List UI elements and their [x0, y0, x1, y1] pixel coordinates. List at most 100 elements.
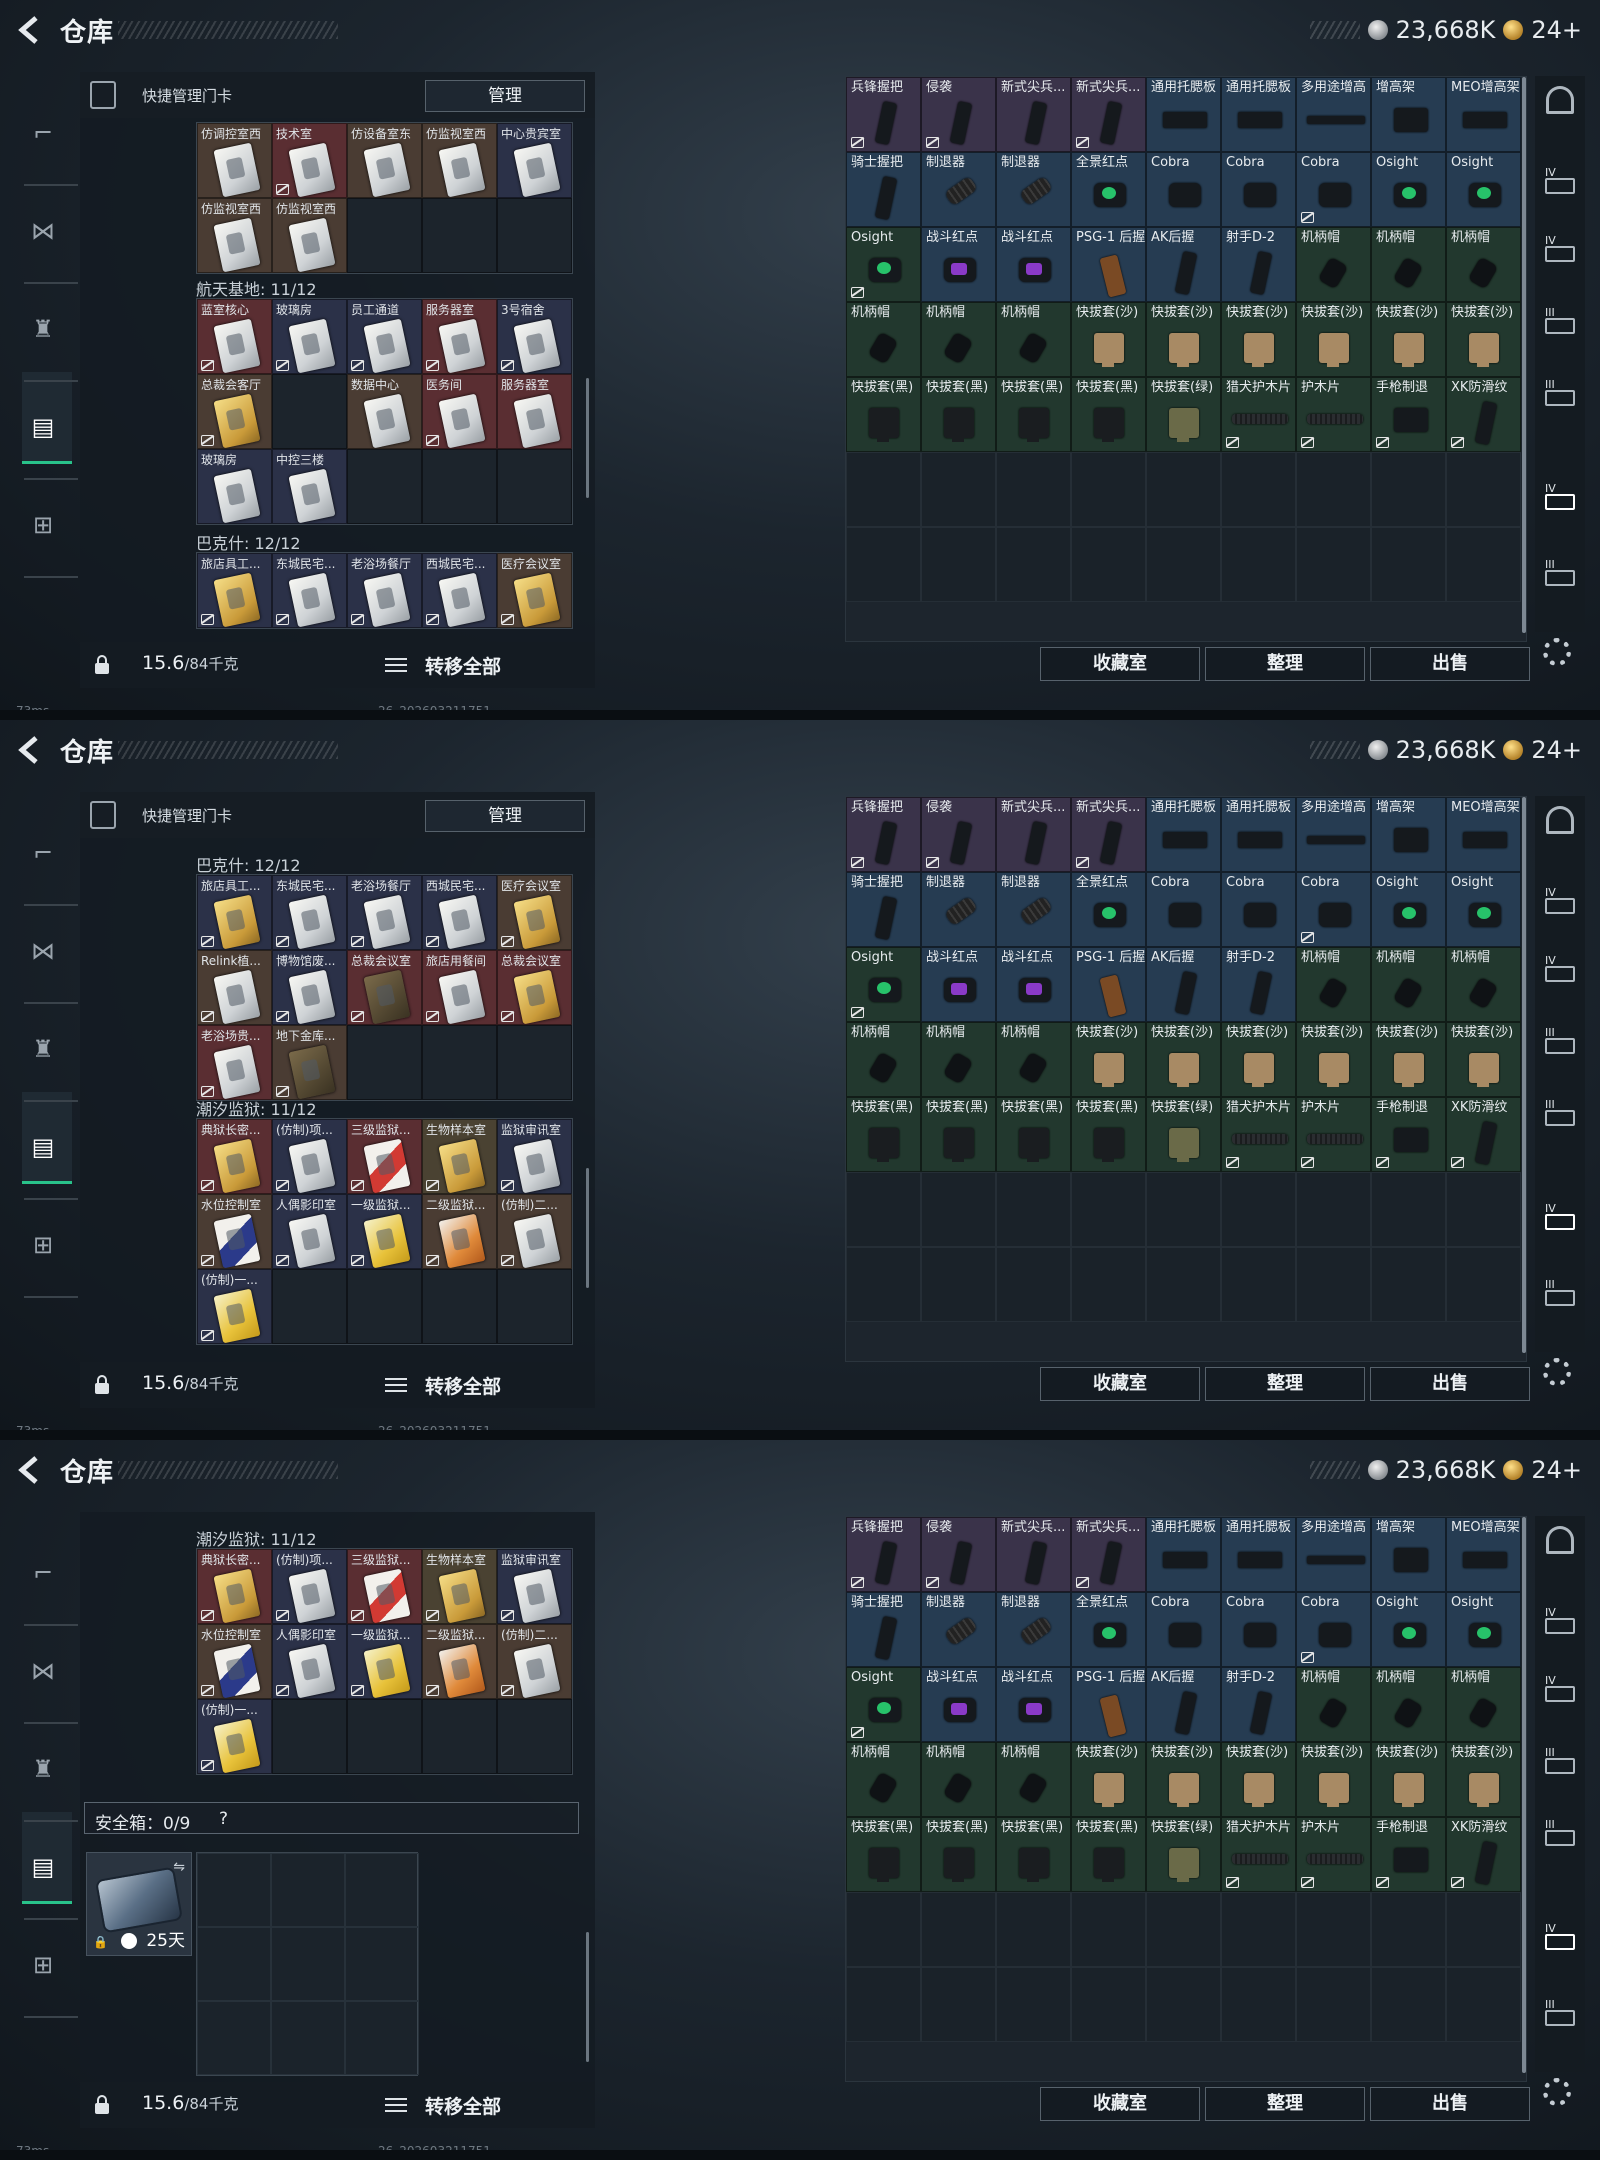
warehouse-item[interactable]: 机柄帽	[996, 1742, 1071, 1817]
warehouse-item[interactable]: 侵袭	[921, 797, 996, 872]
warehouse-item[interactable]: 手枪制退	[1371, 377, 1446, 452]
warehouse-item[interactable]: 机柄帽	[1371, 227, 1446, 302]
warehouse-item[interactable]: 通用托腮板	[1146, 1517, 1221, 1592]
empty-slot[interactable]	[1371, 1247, 1446, 1322]
warehouse-item[interactable]: PSG-1 后握	[1071, 227, 1146, 302]
warehouse-item[interactable]: Cobra	[1296, 1592, 1371, 1667]
safebox-slot[interactable]	[345, 1853, 419, 1927]
warehouse-item[interactable]: 通用托腮板	[1221, 1517, 1296, 1592]
collection-room-button[interactable]: 收藏室	[1040, 1367, 1200, 1401]
warehouse-item[interactable]: 兵锋握把	[846, 77, 921, 152]
warehouse-item[interactable]: Cobra	[1146, 152, 1221, 227]
back-arrow-icon[interactable]	[14, 14, 44, 46]
access-card[interactable]: 中心贵宾室	[497, 123, 572, 198]
empty-slot[interactable]	[921, 1247, 996, 1322]
empty-slot[interactable]	[1071, 527, 1146, 602]
empty-slot[interactable]	[1221, 1892, 1296, 1967]
sell-button[interactable]: 出售	[1370, 2087, 1530, 2121]
warehouse-item[interactable]: 手枪制退	[1371, 1817, 1446, 1892]
empty-slot[interactable]	[1221, 1172, 1296, 1247]
warehouse-item[interactable]: 全景红点	[1071, 872, 1146, 947]
warehouse-item[interactable]: MEO增高架	[1446, 1517, 1521, 1592]
warehouse-item[interactable]: 快拔套(沙)	[1371, 1022, 1446, 1097]
warehouse-item[interactable]: 护木片	[1296, 1817, 1371, 1892]
weapon-category-icon[interactable]: III	[1543, 1024, 1577, 1054]
warehouse-item[interactable]: 战斗红点	[921, 1667, 996, 1742]
empty-slot[interactable]	[1071, 452, 1146, 527]
toolbox-icon[interactable]: ⊞	[24, 1226, 62, 1264]
warehouse-item[interactable]: 快拔套(黑)	[846, 1097, 921, 1172]
empty-slot[interactable]	[846, 1172, 921, 1247]
warehouse-item[interactable]: 增高架	[1371, 77, 1446, 152]
warehouse-item[interactable]: 快拔套(黑)	[921, 1097, 996, 1172]
empty-slot[interactable]	[1146, 1247, 1221, 1322]
empty-slot[interactable]	[1221, 527, 1296, 602]
access-card[interactable]: 玻璃房	[272, 299, 347, 374]
warehouse-item[interactable]: 猎犬护木片	[1221, 1097, 1296, 1172]
warehouse-item[interactable]: 快拔套(黑)	[996, 1817, 1071, 1892]
empty-slot[interactable]	[996, 527, 1071, 602]
warehouse-item[interactable]: 猎犬护木片	[1221, 377, 1296, 452]
warehouse-item[interactable]: 机柄帽	[1296, 947, 1371, 1022]
warehouse-item[interactable]: 新式尖兵...	[996, 77, 1071, 152]
warehouse-item[interactable]: 机柄帽	[1296, 1667, 1371, 1742]
warehouse-item[interactable]: 机柄帽	[1296, 227, 1371, 302]
empty-slot[interactable]	[1221, 1247, 1296, 1322]
weapon-category-icon[interactable]: IV	[1543, 1920, 1577, 1950]
warehouse-item[interactable]: 快拔套(绿)	[1146, 1817, 1221, 1892]
back-arrow-icon[interactable]	[14, 1454, 44, 1486]
warehouse-item[interactable]: 全景红点	[1071, 152, 1146, 227]
collection-room-button[interactable]: 收藏室	[1040, 2087, 1200, 2121]
warehouse-item[interactable]: 快拔套(沙)	[1371, 1742, 1446, 1817]
warehouse-item[interactable]: 机柄帽	[921, 1742, 996, 1817]
empty-slot[interactable]	[1446, 452, 1521, 527]
access-card[interactable]: 旅店具工...	[197, 875, 272, 950]
access-card[interactable]: 仿监视室西	[272, 198, 347, 273]
warehouse-item[interactable]: Osight	[1446, 152, 1521, 227]
warehouse-item[interactable]: Cobra	[1221, 152, 1296, 227]
warehouse-scrollbar[interactable]	[1522, 797, 1526, 1353]
warehouse-item[interactable]: 快拔套(沙)	[1296, 1742, 1371, 1817]
warehouse-item[interactable]: 机柄帽	[996, 302, 1071, 377]
backpack-icon[interactable]: ♜	[24, 310, 62, 348]
warehouse-item[interactable]: Osight	[1371, 152, 1446, 227]
warehouse-item[interactable]: 快拔套(沙)	[1221, 1022, 1296, 1097]
home-icon[interactable]	[1543, 84, 1577, 114]
access-card[interactable]: 监狱审讯室	[497, 1119, 572, 1194]
safebox-slot[interactable]	[345, 2001, 419, 2075]
empty-slot[interactable]	[1446, 1172, 1521, 1247]
weapon-category-icon[interactable]: IV	[1543, 480, 1577, 510]
warehouse-item[interactable]: 机柄帽	[1446, 227, 1521, 302]
keycard-icon[interactable]: ▤	[24, 408, 62, 446]
weapon-category-icon[interactable]: III	[1543, 376, 1577, 406]
warehouse-item[interactable]: Cobra	[1146, 872, 1221, 947]
sort-button[interactable]: 整理	[1205, 1367, 1365, 1401]
warehouse-item[interactable]: PSG-1 后握	[1071, 947, 1146, 1022]
scrollbar[interactable]	[586, 378, 589, 498]
keycard-icon[interactable]: ▤	[24, 1848, 62, 1886]
gun-icon[interactable]: ⌐	[24, 834, 62, 872]
empty-slot[interactable]	[1371, 1892, 1446, 1967]
access-card[interactable]: 监狱审讯室	[497, 1549, 572, 1624]
access-card[interactable]: 总裁会议室	[347, 950, 422, 1025]
empty-slot[interactable]	[846, 1247, 921, 1322]
access-card[interactable]: 典狱长密...	[197, 1119, 272, 1194]
warehouse-item[interactable]: 快拔套(沙)	[1071, 302, 1146, 377]
warehouse-item[interactable]: 通用托腮板	[1146, 77, 1221, 152]
warehouse-item[interactable]: 全景红点	[1071, 1592, 1146, 1667]
warehouse-item[interactable]: Cobra	[1296, 152, 1371, 227]
warehouse-item[interactable]: 骑士握把	[846, 872, 921, 947]
warehouse-item[interactable]: Cobra	[1296, 872, 1371, 947]
warehouse-item[interactable]: 制退器	[921, 872, 996, 947]
weapon-category-icon[interactable]: III	[1543, 1096, 1577, 1126]
warehouse-item[interactable]: 战斗红点	[996, 1667, 1071, 1742]
warehouse-item[interactable]: 快拔套(黑)	[1071, 1097, 1146, 1172]
warehouse-item[interactable]: 兵锋握把	[846, 1517, 921, 1592]
access-card[interactable]: 老浴场贵...	[197, 1025, 272, 1100]
safebox-slot[interactable]	[271, 1853, 345, 1927]
empty-slot[interactable]	[1371, 452, 1446, 527]
empty-slot[interactable]	[1446, 1967, 1521, 2042]
list-icon[interactable]	[385, 1375, 407, 1395]
weapon-category-icon[interactable]: III	[1543, 1744, 1577, 1774]
sort-button[interactable]: 整理	[1205, 647, 1365, 681]
